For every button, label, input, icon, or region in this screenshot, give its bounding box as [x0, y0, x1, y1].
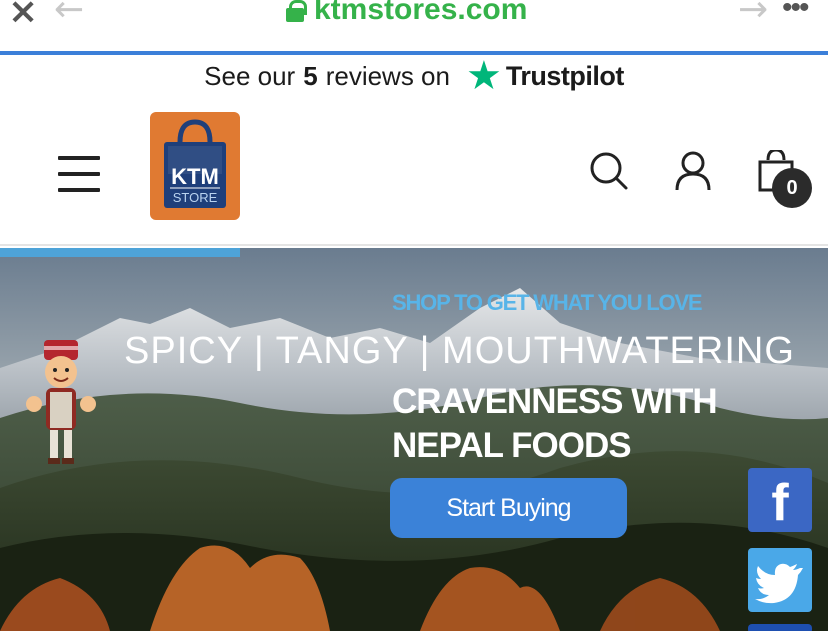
review-count: 5: [303, 60, 318, 91]
close-icon[interactable]: ×: [8, 0, 38, 30]
lock-icon: [286, 0, 307, 22]
hamburger-menu-icon[interactable]: [58, 156, 100, 192]
forward-arrow-icon[interactable]: →: [738, 0, 768, 28]
more-menu-icon[interactable]: •••: [782, 0, 809, 26]
facebook-share-button[interactable]: f: [748, 468, 812, 532]
back-arrow-icon[interactable]: ←: [54, 0, 84, 28]
additional-social-button[interactable]: [748, 624, 812, 631]
facebook-icon: f: [771, 474, 789, 532]
user-account-icon[interactable]: [672, 150, 714, 192]
cart-count-badge[interactable]: 0: [772, 168, 812, 208]
hero-subheadline: CRAVENNESS WITH NEPAL FOODS: [392, 380, 718, 468]
url-text[interactable]: ktmstores.com: [314, 0, 527, 28]
hero-subheadline-line1: CRAVENNESS WITH: [392, 382, 718, 421]
trustpilot-banner[interactable]: See our 5 reviews on ★ Trustpilot: [0, 56, 828, 96]
hero-banner: SHOP TO GET WHAT YOU LOVE SPICY | TANGY …: [0, 248, 828, 631]
site-header: KTM STORE: [0, 96, 828, 246]
trustpilot-star-icon: ★: [465, 53, 502, 99]
trust-prefix: See our: [204, 60, 296, 91]
shopping-bag-logo-icon: KTM STORE: [164, 119, 226, 208]
start-buying-button[interactable]: Start Buying: [390, 478, 627, 538]
search-icon[interactable]: [588, 150, 630, 192]
hero-subheadline-line2: NEPAL FOODS: [392, 426, 632, 465]
mascot-character-image: [22, 338, 100, 468]
browser-toolbar: × ← ktmstores.com → •••: [0, 0, 828, 52]
logo-store-text: STORE: [173, 190, 218, 205]
hero-tagline: SHOP TO GET WHAT YOU LOVE: [392, 290, 703, 315]
address-bar[interactable]: ktmstores.com: [286, 0, 527, 28]
hero-headline: SPICY | TANGY | MOUTHWATERING: [124, 330, 795, 372]
ktm-store-logo[interactable]: KTM STORE: [150, 112, 240, 220]
twitter-share-button[interactable]: [748, 548, 812, 612]
hero-accent-bar: [0, 248, 240, 257]
page-load-progress-bar: [0, 51, 828, 55]
trustpilot-brand: Trustpilot: [505, 60, 625, 91]
svg-text:f: f: [771, 474, 789, 532]
logo-ktm-text: KTM: [171, 164, 219, 189]
trust-suffix: reviews on: [325, 60, 450, 91]
twitter-bird-icon: [755, 563, 803, 604]
